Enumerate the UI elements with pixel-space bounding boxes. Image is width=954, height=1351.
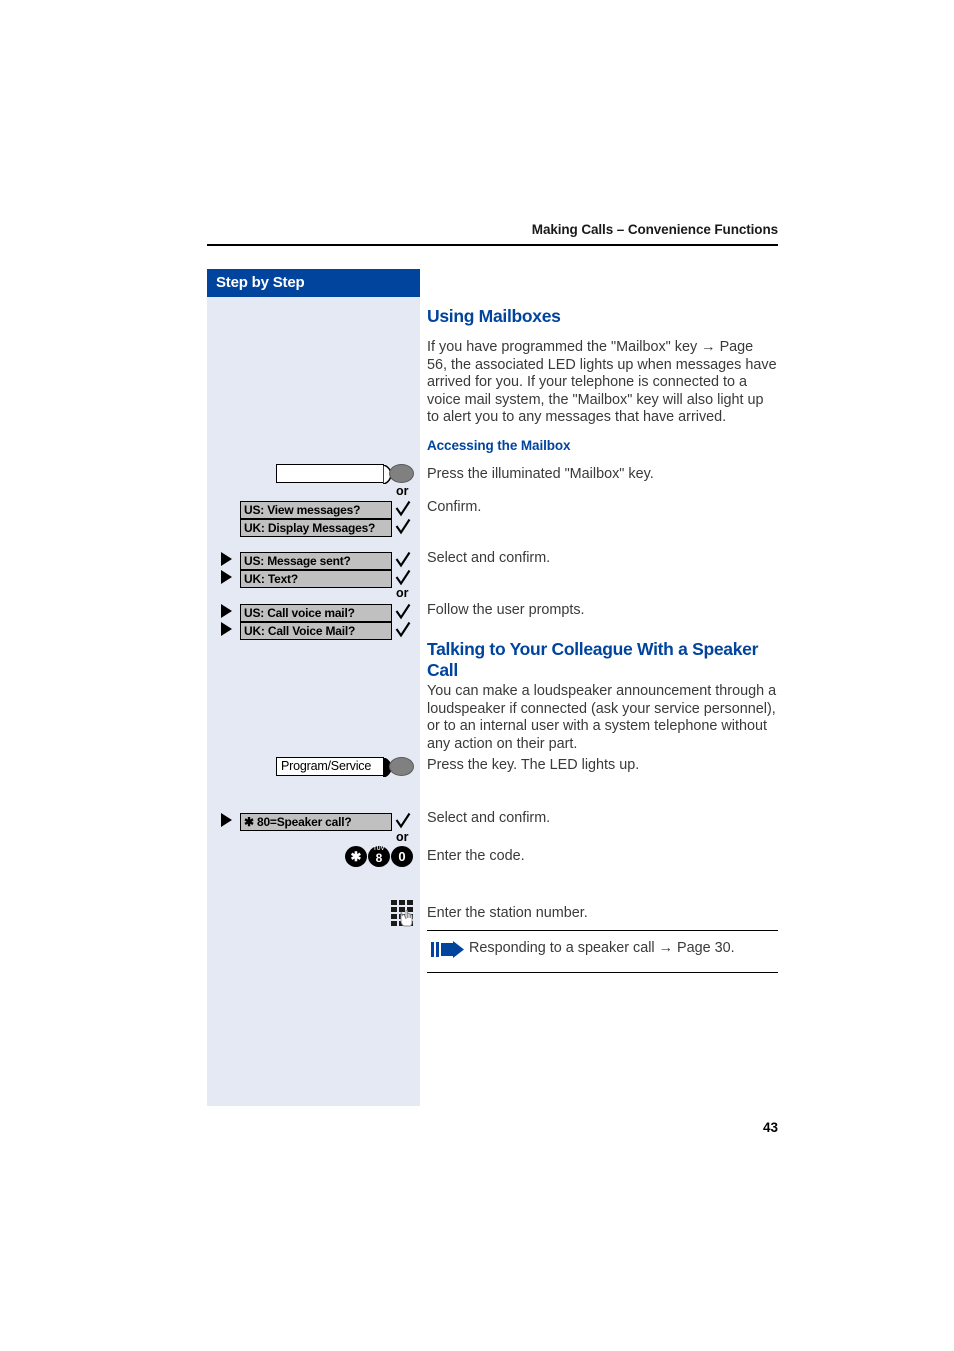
display-option-label: UK: Call Voice Mail? [244, 624, 356, 638]
display-option-label: US: Message sent? [244, 554, 351, 568]
subsection-title-accessing-mailbox: Accessing the Mailbox [427, 438, 571, 453]
step-enter-the-code: Enter the code. [427, 848, 525, 864]
display-option-us-call-voice-mail[interactable]: US: Call voice mail? [240, 604, 392, 622]
display-option-label: US: View messages? [244, 503, 361, 517]
cross-reference-note: Responding to a speaker call → Page 30. [469, 940, 735, 956]
program-service-led-icon [389, 757, 414, 776]
select-triangle-icon [221, 552, 232, 566]
step-press-key-led: Press the key. The LED lights up. [427, 757, 640, 773]
dial-key-0[interactable]: 0 [391, 846, 413, 867]
mailbox-led-icon [389, 464, 414, 483]
display-option-uk-display-messages[interactable]: UK: Display Messages? [240, 519, 392, 537]
page-number: 43 [762, 1120, 778, 1135]
section-title-using-mailboxes: Using Mailboxes [427, 306, 561, 326]
step-select-and-confirm-2: Select and confirm. [427, 810, 551, 826]
or-label-1: or [396, 484, 409, 498]
display-option-label: UK: Text? [244, 572, 298, 586]
display-option-uk-text[interactable]: UK: Text? [240, 570, 392, 588]
note-rule-top [427, 930, 778, 932]
or-label-3: or [396, 830, 409, 844]
select-triangle-icon [221, 622, 232, 636]
checkmark-icon [395, 621, 411, 639]
mailbox-function-key[interactable] [276, 464, 392, 484]
note-rule-bottom [427, 972, 778, 974]
display-option-us-view-messages[interactable]: US: View messages? [240, 501, 392, 519]
checkmark-icon [395, 500, 411, 518]
header-rule [207, 244, 778, 246]
program-service-key-label: Program/Service [281, 759, 372, 773]
dial-key-8[interactable]: TUV 8 [368, 846, 390, 867]
or-label-2: or [396, 586, 409, 600]
section1-intro-text: If you have programmed the "Mailbox" key… [427, 339, 777, 426]
step-follow-user-prompts: Follow the user prompts. [427, 602, 585, 618]
step-select-and-confirm: Select and confirm. [427, 550, 551, 566]
dial-key-label: 0 [398, 849, 406, 864]
step-enter-station-number: Enter the station number. [427, 905, 588, 921]
section2-intro-text: You can make a loudspeaker announcement … [427, 683, 777, 752]
keypad-dial-icon [391, 900, 415, 928]
display-option-uk-call-voice-mail[interactable]: UK: Call Voice Mail? [240, 622, 392, 640]
section-title-speaker-call: Talking to Your Colleague With a Speaker… [427, 639, 759, 680]
checkmark-icon [395, 812, 411, 830]
display-option-label: US: Call voice mail? [244, 606, 355, 620]
select-triangle-icon [221, 813, 232, 827]
document-page: Making Calls – Convenience Functions Ste… [0, 0, 954, 1351]
checkmark-icon [395, 603, 411, 621]
dial-key-asterisk[interactable]: ✱ [345, 846, 367, 867]
step-press-mailbox-key: Press the illuminated "Mailbox" key. [427, 466, 654, 482]
step-confirm: Confirm. [427, 499, 482, 515]
checkmark-icon [395, 569, 411, 587]
dial-key-label: 8 [375, 851, 383, 865]
sidebar-header-bar: Step by Step [207, 269, 420, 297]
display-option-label: ✱ 80=Speaker call? [244, 815, 352, 829]
select-triangle-icon [221, 604, 232, 618]
select-triangle-icon [221, 570, 232, 584]
dial-key-label: ✱ [350, 849, 362, 864]
sidebar-title: Step by Step [216, 274, 305, 291]
checkmark-icon [395, 518, 411, 536]
step-by-step-sidebar [207, 269, 420, 1106]
display-option-label: UK: Display Messages? [244, 521, 376, 535]
note-arrow-icon [431, 941, 465, 958]
running-header: Making Calls – Convenience Functions [531, 222, 778, 237]
checkmark-icon [395, 551, 411, 569]
display-option-us-message-sent[interactable]: US: Message sent? [240, 552, 392, 570]
display-option-speaker-call[interactable]: ✱ 80=Speaker call? [240, 813, 392, 831]
program-service-key[interactable]: Program/Service [276, 757, 392, 777]
